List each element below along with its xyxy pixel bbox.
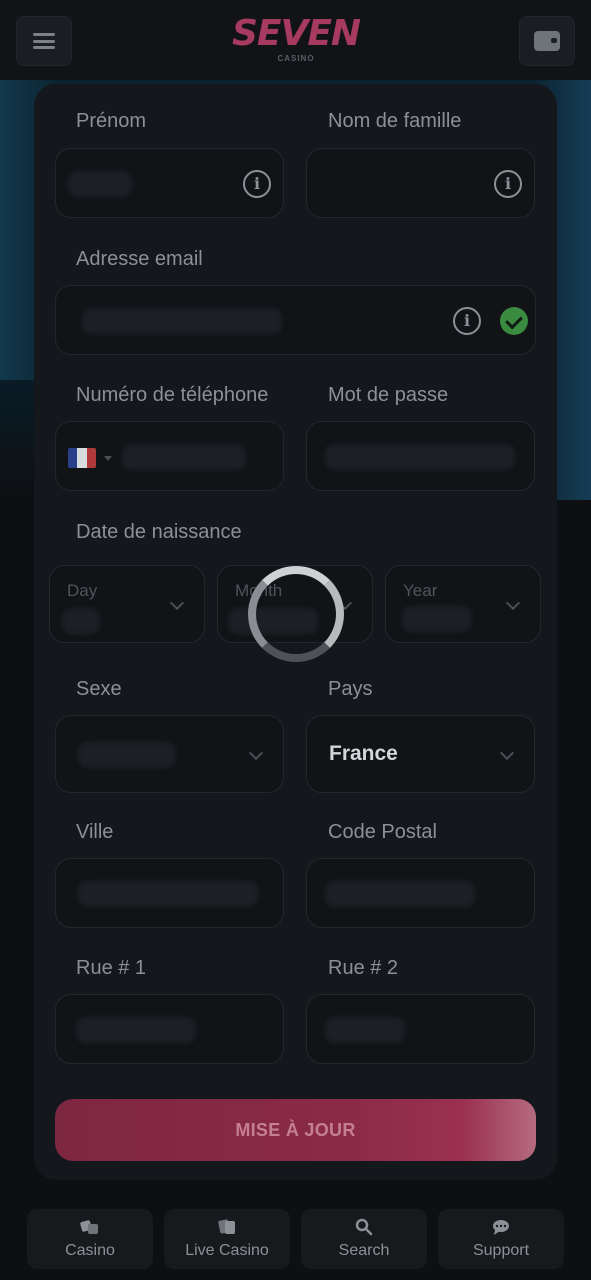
nav-casino-label: Casino (65, 1242, 115, 1259)
password-label: Mot de passe (328, 384, 449, 406)
bottom-navigation: Casino Live Casino Search Support (0, 1192, 591, 1280)
dob-year-label: Year (403, 581, 438, 600)
seven-casino-logo[interactable]: SEVEN CASINO (226, 14, 366, 66)
logo-subtitle: CASINO (277, 54, 315, 63)
nav-support-label: Support (472, 1242, 530, 1259)
first-name-field[interactable]: i (55, 148, 284, 218)
dob-year-select[interactable]: Year (385, 565, 541, 643)
street1-label: Rue # 1 (76, 957, 147, 979)
menu-button[interactable] (16, 16, 72, 66)
country-label: Pays (328, 678, 373, 700)
top-header: SEVEN CASINO (0, 0, 591, 80)
check-circle-icon (500, 307, 528, 335)
street2-value-redacted (325, 1017, 405, 1043)
dob-year-value-redacted (402, 606, 472, 632)
dob-day-label: Day (67, 581, 98, 600)
sex-value-redacted (78, 742, 176, 768)
sex-label: Sexe (76, 678, 122, 700)
email-label: Adresse email (76, 248, 203, 270)
country-code-dropdown-icon[interactable] (104, 456, 112, 461)
last-name-label: Nom de famille (328, 110, 462, 132)
street1-field[interactable] (55, 994, 284, 1064)
country-select[interactable]: France (306, 715, 535, 793)
info-icon[interactable]: i (494, 170, 522, 198)
cards-icon (218, 1219, 235, 1234)
hamburger-icon (33, 33, 55, 49)
nav-support[interactable]: Support (438, 1209, 564, 1269)
nav-live-casino-label: Live Casino (185, 1242, 269, 1259)
chevron-down-icon (248, 745, 264, 761)
dice-icon (80, 1220, 98, 1234)
city-value-redacted (78, 881, 258, 907)
dob-day-select[interactable]: Day (49, 565, 205, 643)
phone-field[interactable] (55, 421, 284, 491)
country-value: France (329, 742, 398, 765)
nav-search[interactable]: Search (301, 1209, 427, 1269)
first-name-label: Prénom (76, 110, 147, 132)
phone-value-redacted (122, 444, 246, 470)
sex-select[interactable] (55, 715, 284, 793)
nav-live-casino[interactable]: Live Casino (164, 1209, 290, 1269)
chevron-down-icon (499, 745, 515, 761)
wallet-icon (534, 31, 560, 51)
city-label: Ville (76, 821, 114, 843)
dob-day-value-redacted (62, 608, 100, 634)
chevron-down-icon (505, 595, 521, 611)
city-field[interactable] (55, 858, 284, 928)
search-icon (355, 1218, 373, 1236)
postal-code-field[interactable] (306, 858, 535, 928)
phone-label: Numéro de téléphone (76, 384, 269, 406)
loading-spinner (248, 566, 344, 662)
nav-search-label: Search (338, 1242, 390, 1259)
street1-value-redacted (76, 1017, 196, 1043)
postal-code-label: Code Postal (328, 821, 437, 843)
logo-word: SEVEN (231, 13, 361, 54)
password-value-redacted (325, 444, 515, 470)
first-name-value-redacted (68, 171, 132, 197)
last-name-field[interactable]: i (306, 148, 535, 218)
france-flag-icon[interactable] (68, 448, 96, 468)
email-field[interactable]: i (55, 285, 536, 355)
postal-code-value-redacted (325, 881, 475, 907)
info-icon[interactable]: i (243, 170, 271, 198)
street2-label: Rue # 2 (328, 957, 399, 979)
info-icon[interactable]: i (453, 307, 481, 335)
wallet-button[interactable] (519, 16, 575, 66)
dob-label: Date de naissance (76, 521, 242, 543)
nav-casino[interactable]: Casino (27, 1209, 153, 1269)
chevron-down-icon (169, 595, 185, 611)
password-field[interactable] (306, 421, 535, 491)
chat-icon (493, 1220, 509, 1235)
street2-field[interactable] (306, 994, 535, 1064)
email-value-redacted (82, 308, 282, 334)
update-button[interactable]: MISE À JOUR (55, 1099, 536, 1161)
